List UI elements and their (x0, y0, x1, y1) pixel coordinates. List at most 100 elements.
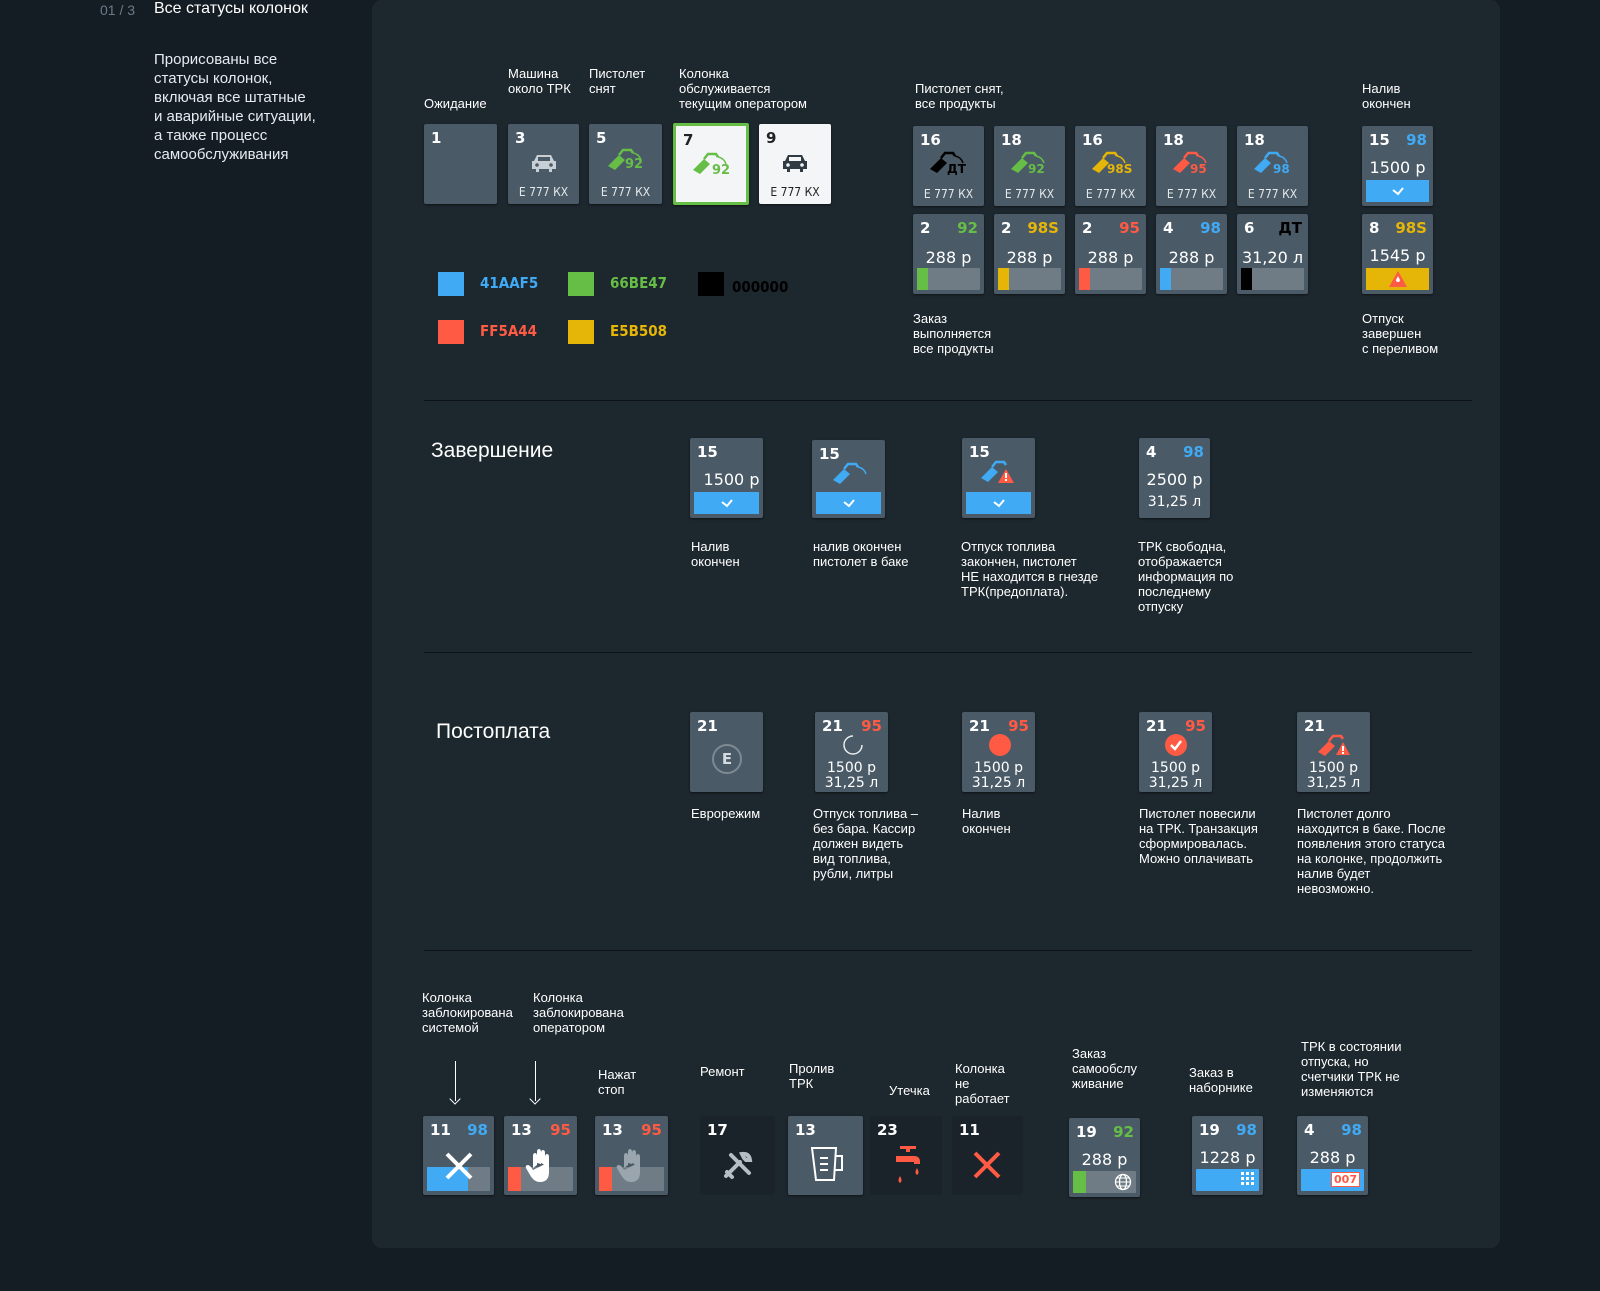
progress-fill (998, 268, 1010, 290)
close-icon (973, 1151, 1001, 1179)
pump-number: 21 (822, 717, 843, 735)
fuel-grade: 98 (1406, 131, 1427, 149)
car-icon (783, 155, 807, 172)
order-litres: 31,25 л (1148, 775, 1203, 791)
order-amount: 288 р (925, 248, 972, 267)
pump-number: 15 (1369, 131, 1390, 149)
caption-completion-3: Отпуск топлива закончен, пистолет НЕ нах… (961, 539, 1099, 599)
pump-tile-nozzle-in-tank[interactable]: 15 (812, 440, 885, 518)
pump-tile-product[interactable]: 16 98S Е 777 КХ (1075, 126, 1146, 206)
progress-bar (1073, 1171, 1136, 1193)
fuel-grade: 95 (861, 717, 882, 735)
pump-tile-nozzle-not-in-holder[interactable]: 15 (962, 438, 1035, 518)
order-amount: 1500 р (1369, 158, 1426, 177)
pump-tile-postpay-dispensing[interactable]: 21 95 1500 р 31,25 л (815, 712, 888, 792)
pump-tile-stop-pressed[interactable]: 13 95 (595, 1116, 668, 1195)
fuel-grade: 98 (467, 1121, 488, 1139)
pump-tile-order[interactable]: 4 98 288 р (1156, 214, 1227, 294)
swatch-black (698, 272, 724, 296)
pump-tile-overflow[interactable]: 8 98S 1545 р (1362, 214, 1433, 294)
caption-postpay-4: Пистолет повесили на ТРК. Транзакция сфо… (1139, 806, 1258, 866)
swatch-yellow (568, 320, 594, 344)
pump-number: 21 (969, 717, 990, 735)
pump-tile-order[interactable]: 2 95 288 р (1075, 214, 1146, 294)
pump-tile-postpay-done[interactable]: 21 95 1500 р 31,25 л (962, 712, 1035, 792)
order-amount: 1228 р (1199, 1148, 1256, 1167)
pump-number: 13 (795, 1121, 816, 1139)
pump-tile-spill[interactable]: 13 (788, 1116, 863, 1195)
pump-tile-counters-frozen[interactable]: 4 98 288 р 007 (1297, 1116, 1368, 1195)
pump-tile-not-working[interactable]: 11 (952, 1116, 1023, 1195)
pump-tile-product[interactable]: 16 ДТ Е 777 КХ (913, 126, 984, 206)
fuel-grade: 98 (1341, 1121, 1362, 1139)
swatch-green-label: 66BE47 (610, 274, 668, 292)
pump-number: 5 (596, 129, 607, 147)
pump-number: 9 (766, 129, 777, 147)
order-litres: 31,25 л (1147, 494, 1202, 510)
pump-tile-nozzle[interactable]: 5 92 Е 777 КХ (589, 124, 662, 204)
label-waiting: Ожидание (424, 96, 487, 111)
pump-tile-car[interactable]: 3 Е 777 КХ (508, 124, 579, 204)
fuel-grade: 95 (1190, 162, 1207, 176)
progress-bar (1160, 268, 1223, 290)
order-amount: 1500 р (827, 760, 876, 776)
pump-tile-operator-blocked[interactable]: 13 95 (504, 1116, 577, 1195)
pump-tile-order[interactable]: 6 ДТ 31,20 л (1237, 214, 1308, 294)
pump-tile-kiosk-order[interactable]: 19 98 1228 р (1192, 1116, 1263, 1195)
plate-number: Е 777 КХ (770, 185, 820, 199)
fuel-grade: 95 (641, 1121, 662, 1139)
pump-tile-product[interactable]: 18 95 Е 777 КХ (1156, 126, 1227, 206)
pump-tile-other-operator[interactable]: 9 Е 777 КХ (759, 124, 831, 204)
label-fill-done: Налив окончен (1362, 81, 1411, 111)
pump-tile-order[interactable]: 2 98S 288 р (994, 214, 1065, 294)
pump-number: 18 (1001, 131, 1022, 149)
label-leak: Утечка (889, 1083, 930, 1098)
pump-tile-leak[interactable]: 23 (870, 1116, 942, 1195)
plate-number: Е 777 КХ (600, 185, 651, 199)
page-title: Все статусы колонок (154, 0, 308, 17)
section-title-completion: Завершение (431, 439, 554, 462)
progress-fill (1241, 268, 1253, 290)
progress-fill (1160, 268, 1172, 290)
label-order-running: Заказ выполняется все продукты (913, 311, 994, 356)
pump-number: 16 (920, 131, 941, 149)
pump-number: 13 (511, 1121, 532, 1139)
pump-tile-product[interactable]: 18 98 Е 777 КХ (1237, 126, 1308, 206)
hand-stop-icon (525, 1149, 549, 1182)
progress-fill (508, 1167, 521, 1191)
swatch-blue (438, 272, 464, 296)
pump-tile-last-sale[interactable]: 4 98 2500 р 31,25 л (1139, 438, 1210, 518)
pump-tile-euro-mode[interactable]: 21 E (690, 712, 763, 792)
pump-number: 11 (430, 1121, 451, 1139)
pump-tile-nozzle-stuck[interactable]: 21 1500 р 31,25 л (1297, 712, 1370, 792)
pump-tile-fill-done[interactable]: 15 98 1500 р (1362, 126, 1433, 206)
pump-tile-postpay-ready[interactable]: 21 95 1500 р 31,25 л (1139, 712, 1212, 792)
fuel-grade: 92 (1028, 162, 1045, 176)
plate-number: Е 777 КХ (1166, 187, 1217, 201)
progress-bar (1196, 1169, 1259, 1191)
red-dot-icon (989, 734, 1011, 756)
pump-tile-done[interactable]: 15 1500 р (690, 438, 763, 518)
pump-tile-waiting[interactable]: 1 (424, 124, 497, 204)
label-stop: Нажат стоп (598, 1067, 637, 1097)
caption-postpay-3: Налив окончен (962, 806, 1011, 836)
pump-tile-selected[interactable]: 7 92 (673, 123, 749, 205)
pump-tile-product[interactable]: 18 92 Е 777 КХ (994, 126, 1065, 206)
plate-number: Е 777 КХ (1247, 187, 1298, 201)
nozzle-icon (833, 462, 867, 484)
progress-fill (917, 268, 929, 290)
measuring-jug-icon (810, 1147, 843, 1181)
plate-number: Е 777 КХ (518, 185, 569, 199)
pump-number: 2 (1001, 219, 1012, 237)
order-amount: 2500 р (1146, 470, 1203, 489)
page-counter: 01 / 3 (100, 2, 136, 18)
label-kiosk: Заказ в наборнике (1189, 1065, 1253, 1095)
pump-tile-self-service[interactable]: 19 92 288 р (1069, 1118, 1140, 1197)
pump-tile-repair[interactable]: 17 (700, 1116, 775, 1195)
progress-bar (917, 268, 980, 290)
warning-icon (1388, 271, 1407, 287)
fuel-grade: 92 (1113, 1123, 1134, 1141)
pump-tile-system-blocked[interactable]: 11 98 (423, 1116, 494, 1195)
pump-tile-order[interactable]: 2 92 288 р (913, 214, 984, 294)
order-amount: 1500 р (1309, 760, 1358, 776)
